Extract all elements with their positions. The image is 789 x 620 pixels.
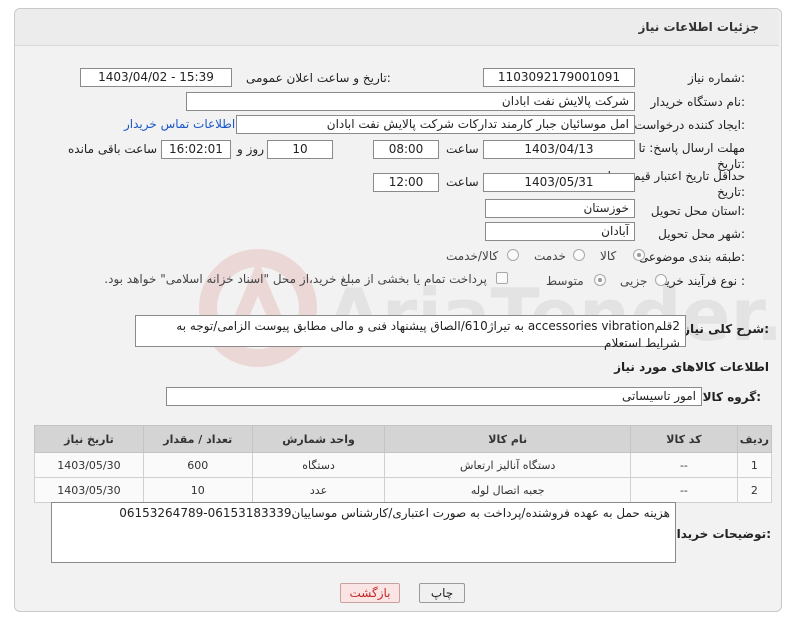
- contact-info-link[interactable]: اطلاعات تماس خریدار: [124, 117, 235, 131]
- page-title: جزئیات اطلاعات نیاز: [638, 20, 759, 34]
- creator-field: امل موسائیان جبار کارمند تدارکات شرکت پا…: [236, 115, 635, 134]
- category-goods-service-label: کالا/خدمت: [446, 249, 499, 263]
- treasury-payment-checkbox[interactable]: [496, 272, 508, 284]
- buyer-notes-label: توضیحات خریدار:: [669, 527, 771, 541]
- table-row: 2 -- جعبه اتصال لوله عدد 10 1403/05/30: [34, 477, 773, 503]
- process-medium-radio[interactable]: [594, 274, 606, 286]
- creator-label: ایجاد کننده درخواست:: [634, 118, 745, 132]
- need-number-field: 1103092179001091: [483, 68, 635, 87]
- cell-row: 1: [736, 452, 773, 478]
- deadline-date-field: 1403/04/13: [483, 140, 635, 159]
- validity-time-label: ساعت: [446, 175, 479, 189]
- cell-date: 1403/05/30: [34, 477, 144, 503]
- goods-section-title: اطلاعات کالاهای مورد نیاز: [614, 360, 769, 374]
- category-goods-radio[interactable]: [633, 249, 645, 261]
- cell-date: 1403/05/30: [34, 452, 144, 478]
- deadline-time-field: 08:00: [373, 140, 439, 159]
- remaining-label: ساعت باقی مانده: [68, 142, 158, 156]
- cell-unit: عدد: [251, 477, 386, 503]
- province-field: خوزستان: [485, 199, 635, 218]
- buyer-org-label: نام دستگاه خریدار:: [650, 95, 746, 109]
- goods-table: ردیف کد کالا نام کالا واحد شمارش تعداد /…: [34, 425, 773, 503]
- city-label: شهر محل تحویل:: [658, 227, 745, 241]
- col-row: ردیف: [736, 425, 773, 453]
- process-medium-label: متوسط: [546, 274, 584, 288]
- col-qty: تعداد / مقدار: [142, 425, 253, 453]
- category-goods-service-radio[interactable]: [507, 249, 519, 261]
- cell-row: 2: [736, 477, 773, 503]
- description-label: شرح کلی نیاز:: [683, 322, 769, 336]
- city-field: آبادان: [485, 222, 635, 241]
- cell-qty: 600: [142, 452, 253, 478]
- table-row: 1 -- دستگاه آنالیز ارتعاش دستگاه 600 140…: [34, 452, 773, 478]
- days-label: روز و: [237, 142, 264, 156]
- announce-label: تاریخ و ساعت اعلان عمومی:: [246, 71, 391, 85]
- print-button[interactable]: چاپ: [419, 583, 465, 603]
- cell-code: --: [630, 477, 738, 503]
- cell-name: دستگاه آنالیز ارتعاش: [384, 452, 632, 478]
- category-goods-label: کالا: [600, 249, 617, 263]
- col-name: نام کالا: [384, 425, 632, 453]
- category-label: طبقه بندی موضوعی:: [638, 250, 745, 264]
- category-service-label: خدمت: [534, 249, 566, 263]
- goods-group-field: امور تاسیساتی: [166, 387, 702, 406]
- goods-group-label: گروه کالا:: [702, 390, 761, 404]
- col-code: کد کالا: [630, 425, 738, 453]
- buyer-notes-textarea[interactable]: هزینه حمل به عهده فروشنده/پرداخت به صورت…: [51, 502, 676, 563]
- col-unit: واحد شمارش: [251, 425, 386, 453]
- cell-code: --: [630, 452, 738, 478]
- cell-unit: دستگاه: [251, 452, 386, 478]
- announce-datetime-field: 1403/04/02 - 15:39: [80, 68, 232, 87]
- table-header-row: ردیف کد کالا نام کالا واحد شمارش تعداد /…: [34, 425, 773, 453]
- cell-qty: 10: [142, 477, 253, 503]
- col-date: تاریخ نیاز: [34, 425, 144, 453]
- process-minor-label: جزیی: [620, 274, 648, 288]
- process-label: نوع فرآیند خرید :: [660, 274, 745, 288]
- validity-date-field: 1403/05/31: [483, 173, 635, 192]
- process-minor-radio[interactable]: [655, 274, 667, 286]
- deadline-time-label: ساعت: [446, 142, 479, 156]
- category-service-radio[interactable]: [573, 249, 585, 261]
- cell-name: جعبه اتصال لوله: [384, 477, 632, 503]
- need-number-label: شماره نیاز:: [687, 71, 745, 85]
- description-textarea[interactable]: 2قلمaccessories vibration به تیراژ610/ال…: [135, 315, 686, 350]
- treasury-payment-note: پرداخت تمام یا بخشی از مبلغ خرید،از محل …: [104, 272, 487, 286]
- province-label: استان محل تحویل:: [650, 204, 745, 218]
- days-field: 10: [267, 140, 333, 159]
- remaining-time-field: 16:02:01: [161, 140, 231, 159]
- buyer-org-field: شرکت پالایش نفت ابادان: [186, 92, 635, 111]
- validity-time-field: 12:00: [373, 173, 439, 192]
- back-button[interactable]: بازگشت: [340, 583, 400, 603]
